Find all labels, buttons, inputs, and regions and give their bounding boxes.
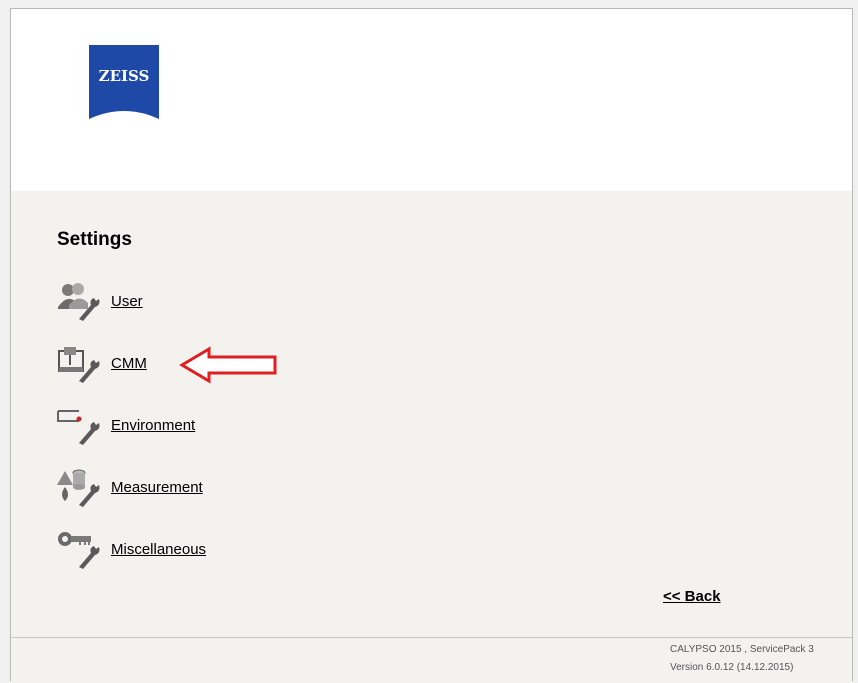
miscellaneous-settings-icon (58, 532, 100, 569)
zeiss-logo: ZEISS (89, 45, 159, 119)
menu-item-user[interactable]: User (55, 281, 143, 321)
environment-link[interactable]: Environment (111, 417, 195, 434)
version-product: CALYPSO 2015 , ServicePack 3 (670, 644, 814, 655)
settings-window: ZEISS Settings User CMM Environment Meas… (10, 8, 853, 683)
miscellaneous-link[interactable]: Miscellaneous (111, 541, 206, 558)
menu-item-measurement[interactable]: Measurement (55, 467, 203, 507)
environment-settings-icon (57, 410, 100, 445)
cmm-link[interactable]: CMM (111, 355, 147, 372)
menu-item-cmm[interactable]: CMM (55, 343, 147, 383)
footer: CALYPSO 2015 , ServicePack 3 Version 6.0… (11, 637, 852, 683)
settings-panel: Settings User CMM Environment Measuremen… (11, 191, 852, 613)
page-title: Settings (57, 229, 132, 250)
measurement-link[interactable]: Measurement (111, 479, 203, 496)
user-link[interactable]: User (111, 293, 143, 310)
menu-item-environment[interactable]: Environment (55, 405, 195, 445)
logo-text: ZEISS (99, 67, 150, 85)
version-number: Version 6.0.12 (14.12.2015) (670, 662, 794, 673)
header: ZEISS (11, 9, 852, 192)
red-arrow-icon (179, 346, 277, 384)
back-link[interactable]: << Back (663, 588, 721, 605)
cmm-settings-icon (58, 347, 100, 383)
menu-item-miscellaneous[interactable]: Miscellaneous (55, 529, 206, 569)
user-settings-icon (58, 283, 100, 321)
measurement-settings-icon (57, 469, 100, 507)
